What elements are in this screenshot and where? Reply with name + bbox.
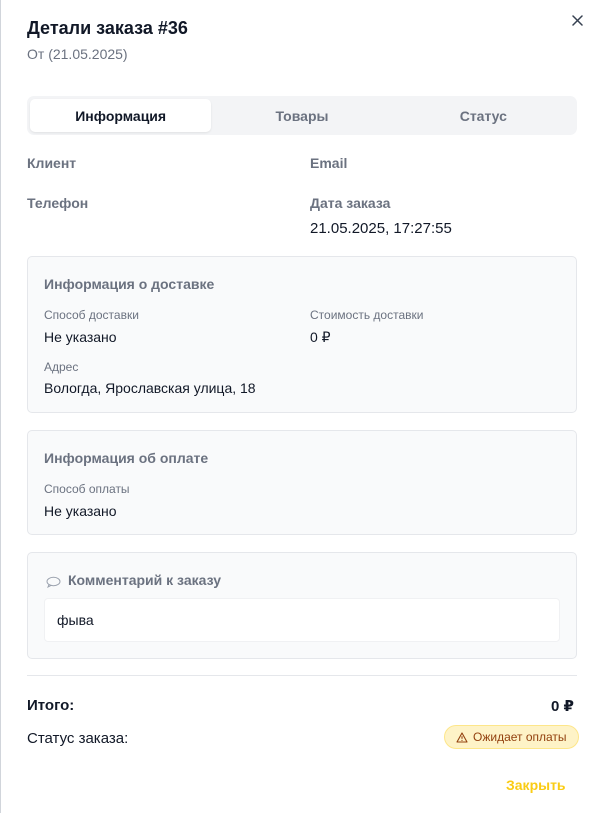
client-label: Клиент (27, 155, 77, 171)
warning-icon (456, 731, 468, 743)
status-badge-text: Ожидает оплаты (473, 730, 567, 744)
order-date-label: Дата заказа (310, 195, 391, 211)
phone-label: Телефон (27, 195, 89, 211)
order-date-value: 21.05.2025, 17:27:55 (310, 220, 452, 237)
comment-card: Комментарий к заказу фыва (27, 552, 577, 659)
tab-status[interactable]: Статус (393, 99, 574, 132)
close-icon[interactable] (567, 10, 587, 30)
delivery-method-value: Не указано (44, 329, 117, 345)
order-details-modal: Детали заказа #36 От (21.05.2025) Информ… (0, 0, 589, 813)
tab-information[interactable]: Информация (30, 99, 212, 132)
tab-products[interactable]: Товары (211, 99, 392, 132)
close-button[interactable]: Закрыть (506, 777, 566, 793)
payment-info-card: Информация об оплате Способ оплаты Не ук… (27, 430, 577, 535)
payment-method-value: Не указано (44, 503, 117, 519)
address-label: Адрес (44, 360, 79, 374)
total-value: 0 ₽ (551, 698, 574, 715)
delivery-method-label: Способ доставки (44, 308, 139, 322)
address-value: Вологда, Ярославская улица, 18 (44, 380, 256, 396)
delivery-cost-value: 0 ₽ (310, 329, 331, 345)
tabs-bar: Информация Товары Статус (27, 96, 577, 135)
payment-card-title: Информация об оплате (44, 450, 209, 466)
divider (27, 675, 577, 676)
comment-card-title: Комментарий к заказу (68, 572, 221, 588)
payment-method-label: Способ оплаты (44, 482, 130, 496)
delivery-cost-label: Стоимость доставки (310, 308, 424, 322)
status-badge: Ожидает оплаты (444, 725, 579, 749)
comment-text: фыва (44, 598, 560, 642)
speech-bubble-icon (46, 575, 61, 593)
delivery-info-card: Информация о доставке Способ доставки Не… (27, 256, 577, 413)
delivery-card-title: Информация о доставке (44, 276, 215, 292)
order-date-subtitle: От (21.05.2025) (27, 46, 128, 62)
page-title: Детали заказа #36 (27, 18, 188, 38)
email-label: Email (310, 155, 348, 171)
total-label: Итого: (27, 697, 75, 714)
order-status-label: Статус заказа: (27, 730, 129, 747)
